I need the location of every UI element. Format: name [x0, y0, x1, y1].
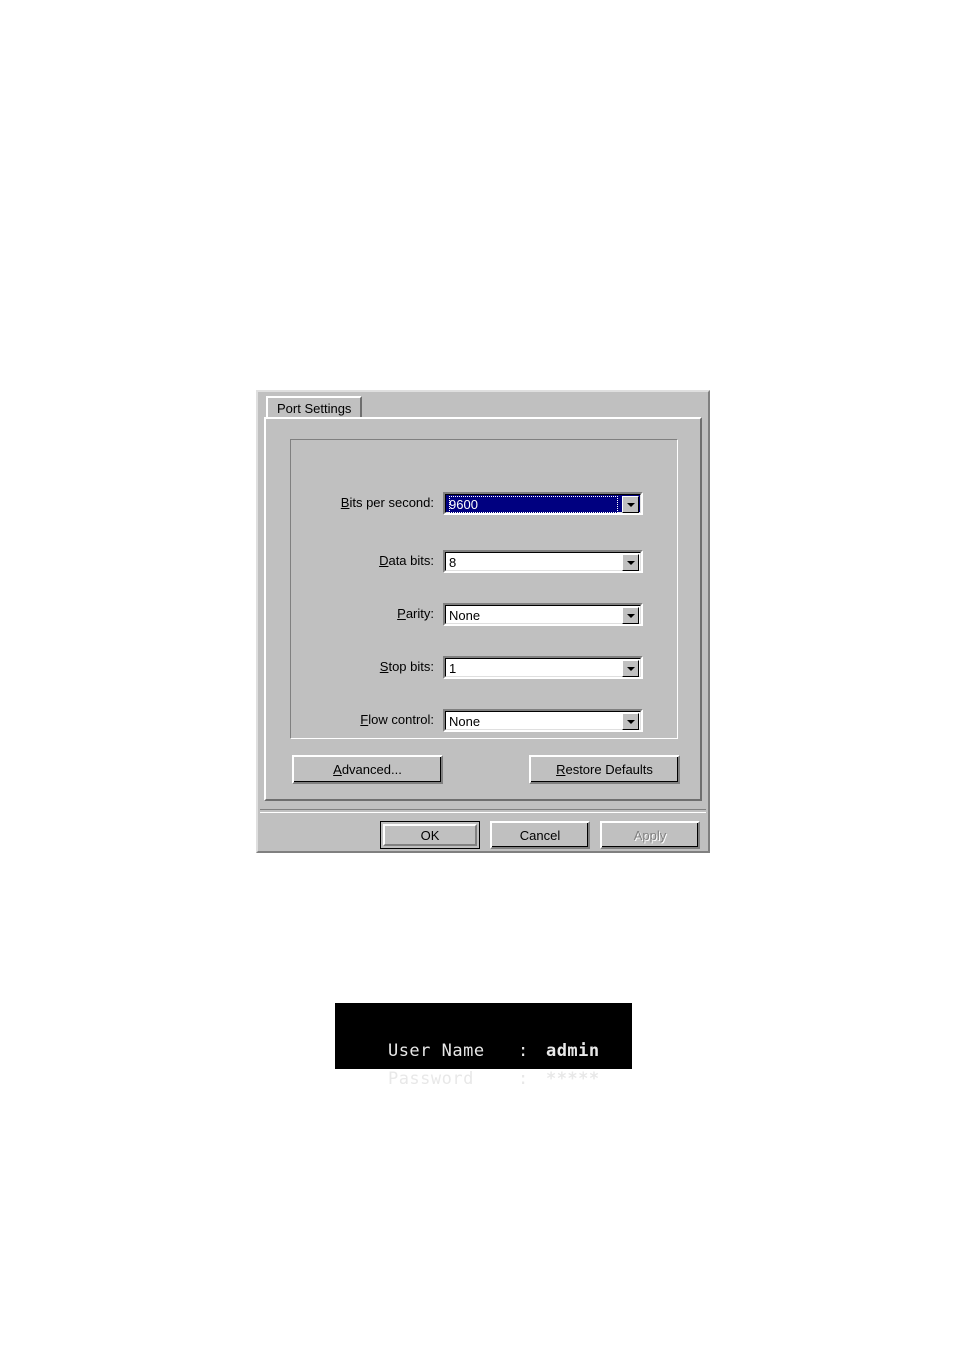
- cancel-button-label: Cancel: [519, 827, 561, 843]
- apply-button[interactable]: Apply: [600, 821, 700, 849]
- chevron-down-icon[interactable]: [622, 660, 639, 677]
- chevron-down-icon[interactable]: [622, 607, 639, 624]
- field-row-data-bits: Data bits: 8: [291, 550, 677, 574]
- password-colon: :: [517, 1069, 529, 1089]
- label-bits-per-second: Bits per second:: [340, 495, 434, 510]
- tab-port-settings-label: Port Settings: [277, 401, 352, 416]
- advanced-button[interactable]: Advanced...: [292, 755, 443, 784]
- combobox-bits-per-second-field: 9600: [445, 494, 641, 513]
- terminal-login-box: User Name: admin Password: *****: [335, 1003, 632, 1089]
- combobox-data-bits-field: 8: [445, 552, 641, 571]
- settings-group-frame: Bits per second: 9600 Data bits: 8 Parit…: [290, 439, 678, 739]
- label-data-bits: Data bits:: [379, 553, 434, 568]
- chevron-down-icon[interactable]: [622, 496, 639, 513]
- user-name-colon: :: [517, 1041, 529, 1061]
- user-name-label: User Name: [387, 1041, 485, 1061]
- combobox-flow-control-field: None: [445, 711, 641, 730]
- field-row-stop-bits: Stop bits: 1: [291, 656, 677, 680]
- chevron-down-icon[interactable]: [622, 713, 639, 730]
- tab-page-port-settings: Bits per second: 9600 Data bits: 8 Parit…: [264, 417, 702, 801]
- tab-port-settings[interactable]: Port Settings: [266, 396, 363, 418]
- combobox-stop-bits[interactable]: 1: [443, 656, 643, 679]
- combobox-bits-per-second-value: 9600: [449, 496, 618, 513]
- terminal-line-user-name: User Name: admin: [345, 1009, 632, 1061]
- accel-parity: P: [397, 606, 406, 621]
- combobox-parity[interactable]: None: [443, 603, 643, 626]
- combobox-data-bits-value: 8: [449, 555, 457, 570]
- tab-strip: Port Settings: [266, 396, 366, 418]
- combobox-stop-bits-field: 1: [445, 658, 641, 677]
- advanced-button-label: Advanced...: [333, 762, 402, 777]
- label-parity: Parity:: [397, 606, 434, 621]
- apply-button-label: Apply: [633, 827, 667, 843]
- port-settings-dialog: Port Settings Bits per second: 9600 Data…: [256, 390, 710, 853]
- field-row-flow-control: Flow control: None: [291, 709, 677, 733]
- combobox-bits-per-second[interactable]: 9600: [443, 492, 643, 515]
- cancel-button[interactable]: Cancel: [490, 821, 590, 849]
- field-row-parity: Parity: None: [291, 603, 677, 627]
- combobox-flow-control[interactable]: None: [443, 709, 643, 732]
- combobox-parity-value: None: [449, 608, 481, 623]
- restore-defaults-button[interactable]: Restore Defaults: [529, 755, 680, 784]
- button-bar-separator: [260, 809, 706, 813]
- chevron-down-icon[interactable]: [622, 554, 639, 571]
- combobox-parity-field: None: [445, 605, 641, 624]
- combobox-stop-bits-value: 1: [449, 661, 457, 676]
- password-value: *****: [545, 1069, 600, 1089]
- field-row-bits-per-second: Bits per second: 9600: [291, 492, 677, 516]
- combobox-flow-control-value: None: [449, 714, 481, 729]
- ok-button-label: OK: [420, 827, 440, 843]
- ok-button[interactable]: OK: [380, 821, 480, 849]
- password-label: Password: [387, 1069, 474, 1089]
- combobox-data-bits[interactable]: 8: [443, 550, 643, 573]
- label-flow-control: Flow control:: [360, 712, 434, 727]
- label-stop-bits: Stop bits:: [379, 659, 434, 674]
- restore-defaults-button-label: Restore Defaults: [556, 762, 653, 777]
- user-name-value: admin: [545, 1041, 600, 1061]
